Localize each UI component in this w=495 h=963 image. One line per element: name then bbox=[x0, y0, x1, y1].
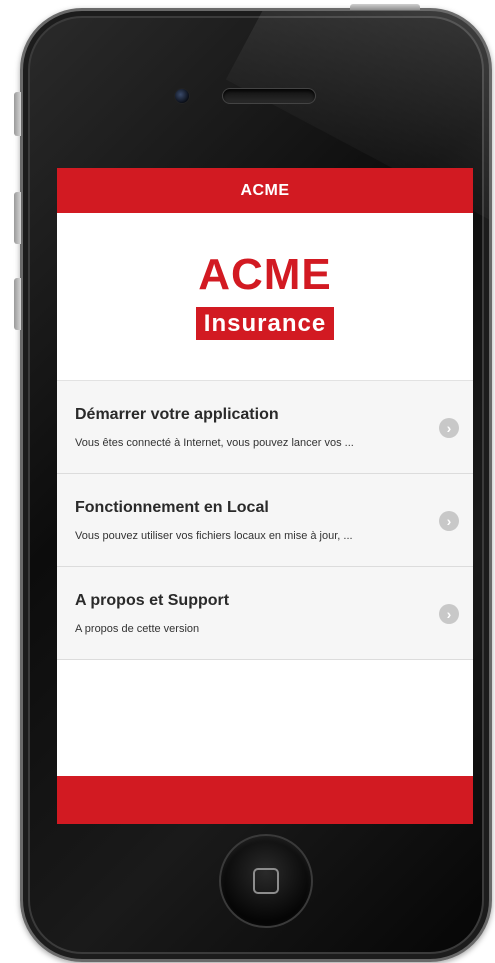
menu-item-subtitle: A propos de cette version bbox=[75, 623, 200, 635]
chevron-right-icon[interactable]: › bbox=[439, 604, 459, 624]
menu-list: Démarrer votre application Vous êtes con… bbox=[57, 381, 473, 660]
app-screen: ACME ACME Insurance Démarrer votre appli… bbox=[57, 168, 473, 824]
footer-bar bbox=[57, 776, 473, 824]
home-button[interactable] bbox=[219, 834, 313, 928]
menu-item-title: Fonctionnement en Local bbox=[75, 499, 269, 516]
menu-item-local-mode[interactable]: Fonctionnement en Local Vous pouvez util… bbox=[57, 474, 473, 567]
camera-icon bbox=[174, 88, 190, 104]
chevron-right-icon[interactable]: › bbox=[439, 418, 459, 438]
menu-item-title: A propos et Support bbox=[75, 592, 230, 609]
menu-item-subtitle: Vous êtes connecté à Internet, vous pouv… bbox=[75, 437, 354, 449]
header-title: ACME bbox=[240, 181, 290, 199]
menu-item-about-support[interactable]: A propos et Support A propos de cette ve… bbox=[57, 567, 473, 660]
mute-switch bbox=[14, 92, 21, 136]
volume-up-button bbox=[14, 192, 21, 244]
menu-item-subtitle: Vous pouvez utiliser vos fichiers locaux… bbox=[75, 530, 353, 542]
volume-down-button bbox=[14, 278, 21, 330]
home-button-icon bbox=[253, 868, 279, 894]
speaker-grille bbox=[222, 88, 316, 104]
menu-item-start-application[interactable]: Démarrer votre application Vous êtes con… bbox=[57, 381, 473, 474]
chevron-right-icon[interactable]: › bbox=[439, 511, 459, 531]
menu-item-title: Démarrer votre application bbox=[75, 406, 279, 423]
acme-insurance-logo: ACME Insurance bbox=[57, 213, 473, 381]
logo-acme-text: ACME bbox=[198, 250, 332, 299]
power-button bbox=[350, 4, 420, 10]
header-bar: ACME bbox=[57, 168, 473, 213]
logo-insurance-text: Insurance bbox=[195, 307, 335, 340]
